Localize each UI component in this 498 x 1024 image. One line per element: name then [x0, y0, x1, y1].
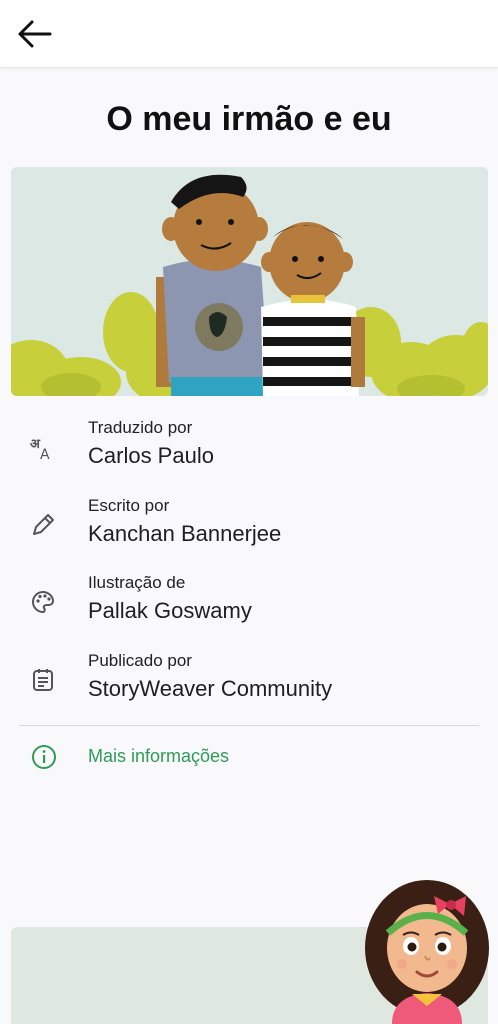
credit-value: Pallak Goswamy	[88, 598, 252, 623]
divider	[19, 725, 479, 726]
app-bar	[0, 0, 498, 68]
book-cover-image	[11, 167, 488, 396]
svg-text:A: A	[40, 447, 50, 461]
credit-value: Carlos Paulo	[88, 443, 214, 468]
mascot-avatar[interactable]	[362, 878, 492, 1024]
credit-row-author: Escrito por Kanchan Bannerjee	[0, 496, 498, 568]
credit-label: Publicado por	[88, 651, 192, 670]
credit-value: Kanchan Bannerjee	[88, 521, 282, 546]
more-info-link[interactable]: Mais informações	[0, 740, 498, 774]
translate-icon: अ A	[28, 432, 58, 462]
credit-row-publisher: Publicado por StoryWeaver Community	[0, 651, 498, 723]
back-button[interactable]	[10, 12, 58, 56]
credit-value: StoryWeaver Community	[88, 676, 333, 701]
arrow-left-icon	[18, 20, 52, 48]
credit-row-translator: अ A Traduzido por Carlos Paulo	[0, 418, 498, 490]
publisher-icon	[28, 665, 58, 695]
pencil-icon	[28, 510, 58, 540]
credit-row-illustrator: Ilustração de Pallak Goswamy	[0, 573, 498, 645]
credit-label: Traduzido por	[88, 418, 193, 437]
credit-label: Ilustração de	[88, 573, 186, 592]
info-icon	[30, 743, 58, 771]
more-info-label: Mais informações	[88, 746, 230, 766]
credit-label: Escrito por	[88, 496, 170, 515]
book-title: O meu irmão e eu	[106, 100, 392, 138]
palette-icon	[28, 587, 58, 617]
